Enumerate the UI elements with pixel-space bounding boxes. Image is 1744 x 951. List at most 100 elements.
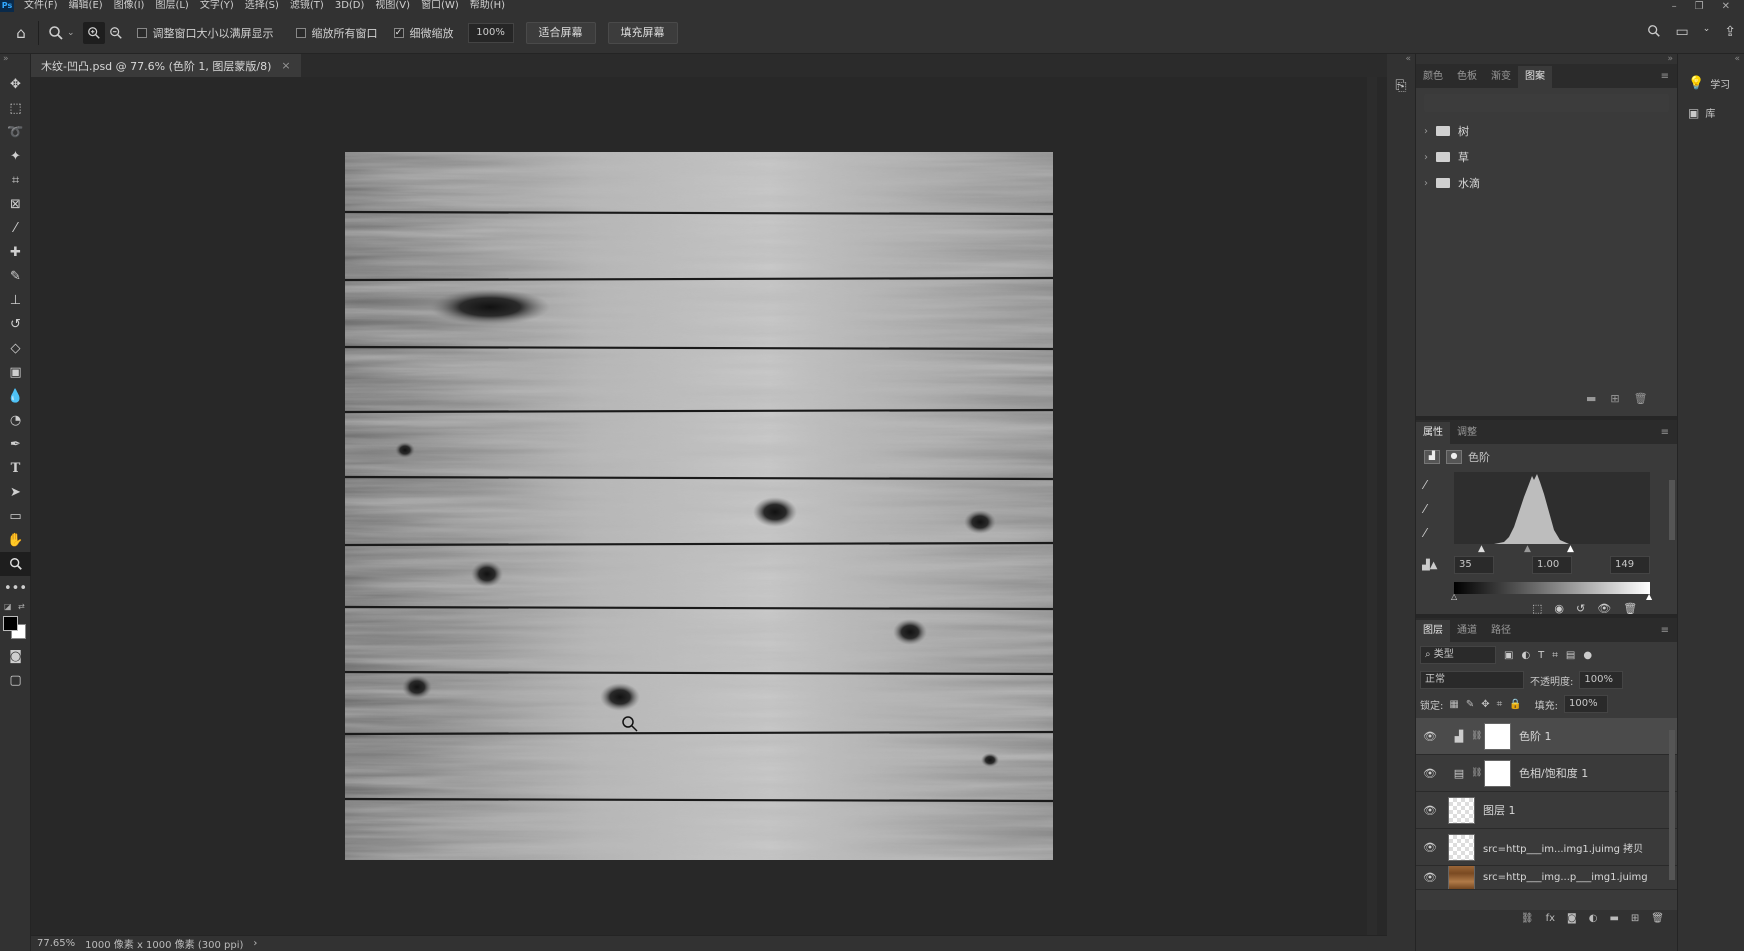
eyedropper-tool-icon[interactable]: ⁄ bbox=[0, 216, 31, 240]
layer-name[interactable]: 色相/饱和度 1 bbox=[1519, 765, 1588, 781]
hand-tool-icon[interactable]: ✋ bbox=[0, 528, 31, 552]
add-mask-icon[interactable]: ◙ bbox=[1567, 910, 1577, 927]
checkbox-box[interactable] bbox=[136, 27, 147, 38]
eye-icon[interactable]: 👁 bbox=[1416, 767, 1444, 780]
layer-mask-thumbnail[interactable] bbox=[1484, 722, 1511, 750]
layer-row-hue-saturation[interactable]: 👁 ▤ ⛓ 色相/饱和度 1 bbox=[1416, 755, 1677, 792]
delete-icon[interactable]: 🗑 bbox=[1623, 602, 1637, 615]
eye-icon[interactable]: 👁 bbox=[1416, 841, 1444, 854]
rectangle-tool-icon[interactable]: ▭ bbox=[0, 504, 31, 528]
share-icon[interactable]: ⇪ bbox=[1724, 24, 1736, 42]
move-tool-icon[interactable]: ✥ bbox=[0, 72, 31, 96]
path-selection-tool-icon[interactable]: ➤ bbox=[0, 480, 31, 504]
history-panel-icon[interactable]: ⎘ bbox=[1387, 78, 1415, 94]
layer-row-smart-copy[interactable]: 👁 src=http___im...img1.juimg 拷贝 bbox=[1416, 829, 1677, 866]
healing-brush-tool-icon[interactable]: ✚ bbox=[0, 240, 31, 264]
collapse-toolbar-icon[interactable]: » bbox=[0, 54, 30, 72]
menu-type[interactable]: 文字(Y) bbox=[200, 0, 234, 12]
marquee-tool-icon[interactable]: ⬚ bbox=[0, 96, 31, 120]
swap-colors-icon[interactable]: ⇄ bbox=[18, 602, 25, 611]
zoom-tool-icon[interactable] bbox=[0, 552, 31, 576]
crop-tool-icon[interactable]: ⌗ bbox=[0, 168, 31, 192]
tab-layers[interactable]: 图层 bbox=[1416, 620, 1450, 642]
more-tools-icon[interactable]: ••• bbox=[0, 576, 31, 600]
layer-name[interactable]: 图层 1 bbox=[1483, 802, 1516, 818]
zoom-in-icon[interactable] bbox=[82, 21, 105, 44]
menu-view[interactable]: 视图(V) bbox=[375, 0, 410, 12]
pattern-search-input[interactable] bbox=[1424, 94, 1669, 112]
smart-object-thumbnail[interactable] bbox=[1448, 833, 1475, 861]
home-icon[interactable]: ⌂ bbox=[10, 22, 32, 44]
pattern-folder[interactable]: › 水滴 bbox=[1416, 170, 1677, 196]
view-previous-icon[interactable]: ◉ bbox=[1554, 602, 1564, 615]
reset-icon[interactable]: ↺ bbox=[1576, 602, 1585, 615]
panel-menu-icon[interactable]: ≡ bbox=[1661, 422, 1677, 444]
panel-menu-icon[interactable]: ≡ bbox=[1661, 620, 1677, 642]
pattern-folder[interactable]: › 草 bbox=[1416, 144, 1677, 170]
menu-filter[interactable]: 滤镜(T) bbox=[290, 0, 324, 12]
layer-thumbnail[interactable] bbox=[1448, 866, 1475, 889]
canvas-scrollbar[interactable] bbox=[1367, 77, 1377, 935]
opacity-field[interactable]: 100% bbox=[1579, 671, 1624, 689]
layer-style-icon[interactable]: fx bbox=[1546, 910, 1555, 927]
type-tool-icon[interactable]: T bbox=[0, 456, 31, 480]
zoom-tool-preset-icon[interactable] bbox=[45, 22, 67, 44]
fill-screen-button[interactable]: 填充屏幕 bbox=[607, 21, 678, 44]
delete-layer-icon[interactable]: 🗑 bbox=[1651, 910, 1664, 927]
foreground-color-swatch[interactable] bbox=[3, 616, 18, 631]
filter-type-icons[interactable]: ▣◐T⌗▤● bbox=[1504, 650, 1600, 661]
tab-adjustments[interactable]: 调整 bbox=[1450, 422, 1484, 444]
output-white-slider[interactable]: ▲ bbox=[1646, 592, 1652, 601]
link-icon[interactable]: ⛓ bbox=[1471, 768, 1482, 778]
chevron-down-icon[interactable]: ⌄ bbox=[1703, 24, 1711, 42]
eraser-tool-icon[interactable]: ◇ bbox=[0, 336, 31, 360]
mask-icon[interactable]: ● bbox=[1446, 450, 1462, 464]
link-layers-icon[interactable]: ⛓ bbox=[1521, 910, 1534, 927]
link-icon[interactable]: ⛓ bbox=[1471, 731, 1482, 741]
learn-button[interactable]: 💡 学习 bbox=[1678, 66, 1744, 91]
layer-name[interactable]: src=http___img...p___img1.juimg bbox=[1483, 872, 1648, 883]
menu-layer[interactable]: 图层(L) bbox=[155, 0, 188, 12]
zoom-out-icon[interactable] bbox=[105, 22, 127, 44]
menu-edit[interactable]: 编辑(E) bbox=[69, 0, 103, 12]
chevron-down-icon[interactable]: ⌄ bbox=[67, 28, 75, 38]
layer-row-layer1[interactable]: 👁 图层 1 bbox=[1416, 792, 1677, 829]
input-black-field[interactable]: 35 bbox=[1454, 556, 1494, 574]
layer-thumbnail[interactable] bbox=[1448, 796, 1475, 824]
menu-image[interactable]: 图像(I) bbox=[114, 0, 145, 12]
layer-kind-filter[interactable]: ⌕ 类型 bbox=[1420, 646, 1496, 664]
minimize-icon[interactable]: – bbox=[1672, 1, 1677, 12]
auto-levels-icon[interactable]: ▟▲ bbox=[1422, 560, 1437, 571]
layer-mask-thumbnail[interactable] bbox=[1484, 759, 1511, 787]
dodge-tool-icon[interactable]: ◔ bbox=[0, 408, 31, 432]
quick-mask-icon[interactable]: ◙ bbox=[0, 644, 31, 668]
tab-patterns[interactable]: 图案 bbox=[1518, 66, 1552, 88]
layer-row-levels[interactable]: 👁 ▟ ⛓ 色阶 1 bbox=[1416, 718, 1677, 755]
gradient-tool-icon[interactable]: ▣ bbox=[0, 360, 31, 384]
chevron-right-icon[interactable]: › bbox=[1424, 126, 1428, 137]
magic-wand-tool-icon[interactable]: ✦ bbox=[0, 144, 31, 168]
input-gamma-slider[interactable]: ▲ bbox=[1524, 544, 1531, 554]
layer-name[interactable]: 色阶 1 bbox=[1519, 728, 1552, 744]
clip-to-layer-icon[interactable]: ⬚ bbox=[1532, 602, 1542, 615]
lock-icons[interactable]: ▦✎✥⌗🔒 bbox=[1449, 699, 1528, 710]
status-menu-arrow[interactable]: › bbox=[253, 938, 257, 949]
close-tab-icon[interactable]: × bbox=[281, 59, 290, 72]
resize-windows-checkbox[interactable]: 调整窗口大小以满屏显示 bbox=[136, 25, 274, 41]
stamp-tool-icon[interactable]: ⊥ bbox=[0, 288, 31, 312]
fill-field[interactable]: 100% bbox=[1564, 695, 1609, 713]
brush-tool-icon[interactable]: ✎ bbox=[0, 264, 31, 288]
input-black-slider[interactable]: ▲ bbox=[1478, 544, 1485, 554]
chevron-right-icon[interactable]: › bbox=[1424, 152, 1428, 163]
tab-channels[interactable]: 通道 bbox=[1450, 620, 1484, 642]
black-point-eyedropper-icon[interactable]: ⁄ bbox=[1424, 478, 1426, 492]
layer-name[interactable]: src=http___im...img1.juimg 拷贝 bbox=[1483, 840, 1643, 855]
checkbox-box[interactable] bbox=[295, 27, 306, 38]
collapse-panels-icon[interactable]: « bbox=[1387, 54, 1415, 64]
eye-icon[interactable]: 👁 bbox=[1416, 871, 1444, 884]
close-window-icon[interactable]: ✕ bbox=[1722, 1, 1730, 12]
new-group-icon[interactable]: ▬ bbox=[1586, 392, 1596, 405]
menu-file[interactable]: 文件(F) bbox=[24, 0, 58, 12]
tab-paths[interactable]: 路径 bbox=[1484, 620, 1518, 642]
chevron-right-icon[interactable]: › bbox=[1424, 178, 1428, 189]
